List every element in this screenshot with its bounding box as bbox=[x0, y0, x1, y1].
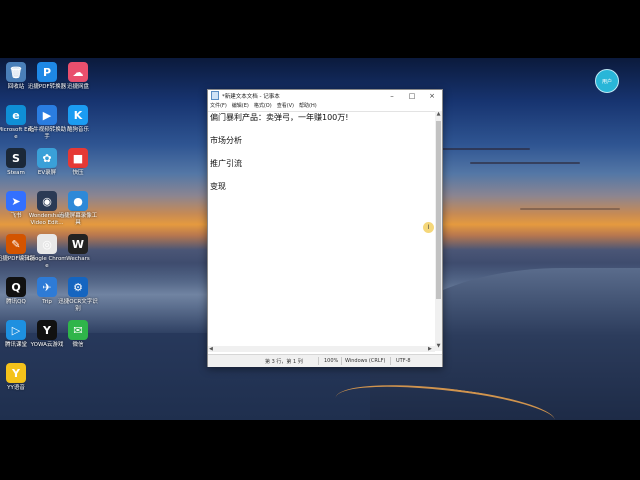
app-icon: Y bbox=[37, 320, 57, 340]
scroll-thumb[interactable] bbox=[436, 121, 441, 299]
text-line: 变现 bbox=[210, 182, 226, 191]
text-line: 推广引流 bbox=[210, 159, 242, 168]
app-icon: Q bbox=[6, 277, 26, 297]
desktop-icon-label: 迅捷屏幕录像工具 bbox=[58, 213, 98, 226]
desktop-icon[interactable]: Y YY语音 bbox=[0, 363, 36, 392]
status-zoom: 100% bbox=[324, 358, 339, 364]
menu-edit[interactable]: 编辑(E) bbox=[232, 102, 249, 109]
app-icon: ● bbox=[68, 191, 88, 211]
status-divider bbox=[318, 357, 319, 365]
app-icon: ✈ bbox=[37, 277, 57, 297]
app-icon: 🗑 bbox=[6, 62, 26, 82]
desktop-icon[interactable]: ☁ 迅捷网盘 bbox=[58, 62, 98, 91]
status-divider bbox=[390, 357, 391, 365]
user-avatar[interactable]: 用户 bbox=[595, 69, 619, 93]
desktop-icon-label: 迅捷网盘 bbox=[66, 84, 89, 90]
notepad-window[interactable]: *新建文本文档 - 记事本 – □ × 文件(F) 编辑(E) 格式(O) 查看… bbox=[207, 89, 443, 367]
avatar-text: 用户 bbox=[601, 78, 612, 85]
notepad-titlebar[interactable]: *新建文本文档 - 记事本 – □ × bbox=[208, 90, 442, 101]
app-icon: K bbox=[68, 105, 88, 125]
text-line: 偏门暴利产品：卖弹弓，一年赚100万! bbox=[210, 113, 349, 122]
cloud-streak bbox=[470, 162, 580, 164]
maximize-button[interactable]: □ bbox=[402, 92, 422, 100]
app-icon: S bbox=[6, 148, 26, 168]
close-button[interactable]: × bbox=[422, 92, 442, 100]
app-icon: ✿ bbox=[37, 148, 57, 168]
menu-file[interactable]: 文件(F) bbox=[210, 102, 227, 109]
cloud-streak bbox=[520, 208, 620, 210]
desktop-icon[interactable]: ⚙ 迅捷OCR文字识别 bbox=[58, 277, 98, 312]
status-line-ending: Windows (CRLF) bbox=[345, 358, 386, 364]
scroll-up-icon[interactable]: ▲ bbox=[435, 111, 442, 118]
app-icon: ▶ bbox=[37, 105, 57, 125]
app-icon: Y bbox=[6, 363, 26, 383]
desktop-icon-label: 快压 bbox=[72, 170, 84, 176]
app-icon: ☁ bbox=[68, 62, 88, 82]
status-position: 第 3 行，第 1 列 bbox=[265, 359, 303, 365]
minimize-button[interactable]: – bbox=[382, 92, 402, 100]
desktop-icon[interactable]: W Wechars bbox=[58, 234, 98, 263]
app-icon: ✉ bbox=[68, 320, 88, 340]
app-icon: ⚙ bbox=[68, 277, 88, 297]
cloud-streak bbox=[440, 148, 530, 150]
text-line: 市场分析 bbox=[210, 136, 242, 145]
menu-format[interactable]: 格式(O) bbox=[254, 102, 272, 109]
desktop-icon-label: YY语音 bbox=[7, 385, 25, 391]
vertical-scrollbar[interactable]: ▲ ▼ bbox=[435, 111, 442, 351]
app-icon: ✎ bbox=[6, 234, 26, 254]
app-icon: e bbox=[6, 105, 26, 125]
desktop-icon-label: 迅捷OCR文字识别 bbox=[58, 299, 98, 312]
app-icon: ➤ bbox=[6, 191, 26, 211]
desktop-icon[interactable]: ✉ 微信 bbox=[58, 320, 98, 349]
app-icon: ■ bbox=[68, 148, 88, 168]
window-title: *新建文本文档 - 记事本 bbox=[222, 93, 280, 100]
desktop-icon[interactable]: ■ 快压 bbox=[58, 148, 98, 177]
desktop-icon[interactable]: ● 迅捷屏幕录像工具 bbox=[58, 191, 98, 226]
scroll-down-icon[interactable]: ▼ bbox=[435, 343, 442, 350]
menu-bar: 文件(F) 编辑(E) 格式(O) 查看(V) 帮助(H) bbox=[208, 101, 442, 110]
text-cursor-icon: I bbox=[423, 222, 434, 233]
cursor-glyph: I bbox=[427, 224, 430, 231]
desktop-icon-label: 酷狗音乐 bbox=[66, 127, 89, 133]
app-icon: ◉ bbox=[37, 191, 57, 211]
status-divider bbox=[341, 357, 342, 365]
status-bar: 第 3 行，第 1 列 100% Windows (CRLF) UTF-8 bbox=[208, 354, 442, 367]
scroll-left-icon[interactable]: ◀ bbox=[209, 346, 213, 352]
app-icon: ▷ bbox=[6, 320, 26, 340]
horizontal-scrollbar[interactable]: ◀ ▶ bbox=[208, 346, 435, 352]
notepad-app-icon bbox=[211, 91, 219, 100]
desktop-icon-label: Wechars bbox=[66, 256, 90, 262]
menu-help[interactable]: 帮助(H) bbox=[299, 102, 317, 109]
desktop-icon-label: 微信 bbox=[72, 342, 84, 348]
text-editor[interactable]: 偏门暴利产品：卖弹弓，一年赚100万! 市场分析 推广引流 变现 bbox=[208, 111, 435, 355]
app-icon: W bbox=[68, 234, 88, 254]
menu-view[interactable]: 查看(V) bbox=[277, 102, 294, 109]
app-icon: ◎ bbox=[37, 234, 57, 254]
scroll-right-icon[interactable]: ▶ bbox=[428, 346, 432, 352]
status-encoding: UTF-8 bbox=[396, 358, 411, 364]
app-icon: P bbox=[37, 62, 57, 82]
desktop-icon[interactable]: K 酷狗音乐 bbox=[58, 105, 98, 134]
